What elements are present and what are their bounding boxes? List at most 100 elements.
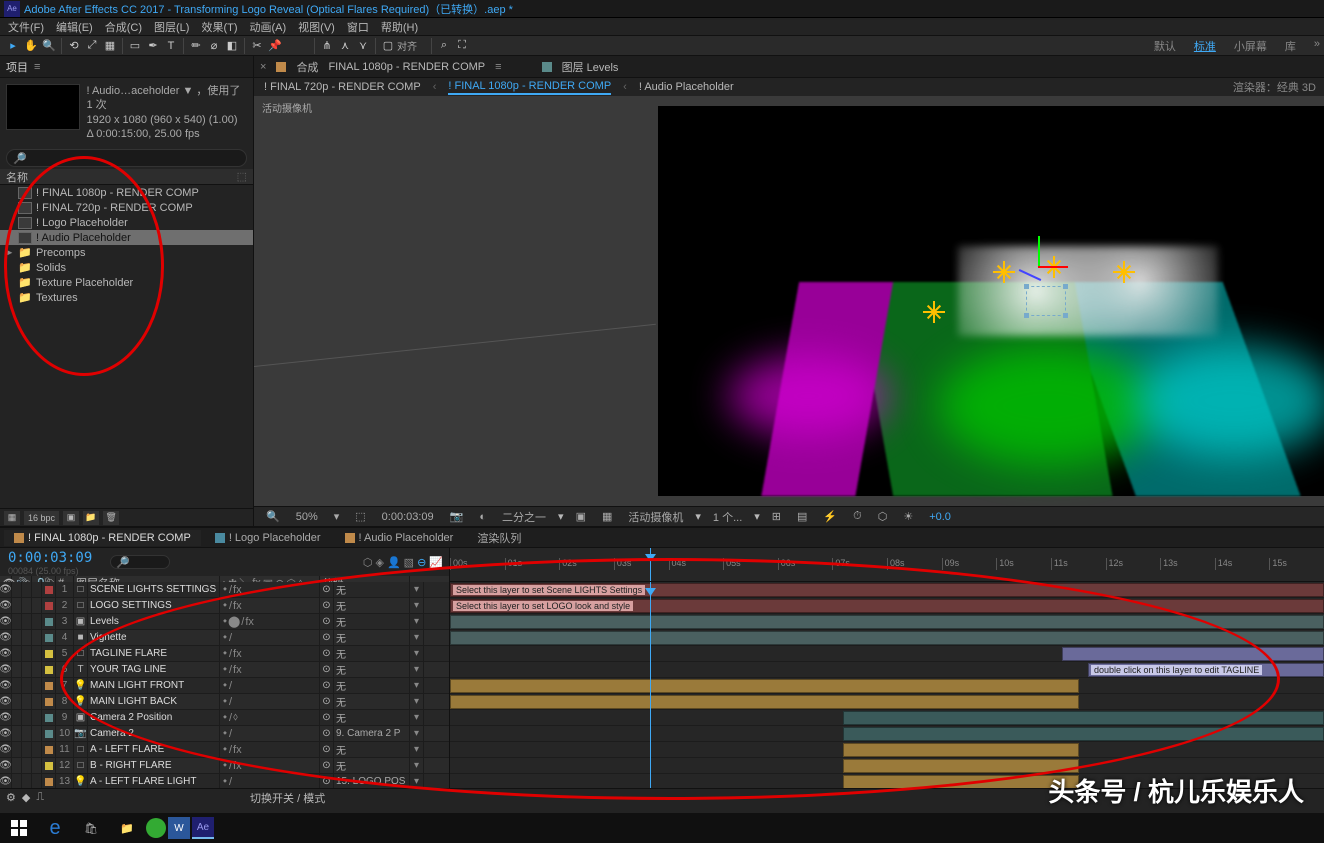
timeline-bars[interactable]: Select this layer to set Scene LIGHTS Se… <box>450 582 1324 788</box>
fast-preview-icon[interactable]: ⚡ <box>819 510 841 523</box>
project-item[interactable]: ►📁Precomps <box>0 245 253 260</box>
store-icon[interactable]: 🛍 <box>74 813 108 843</box>
camera-dropdown[interactable]: 活动摄像机 <box>624 509 687 525</box>
comp-mini-flowchart-icon[interactable]: ⬡ <box>363 556 373 569</box>
reset-exposure-icon[interactable]: ☀ <box>899 510 917 523</box>
flowchart-icon[interactable]: ⬡ <box>874 510 892 523</box>
layer-row[interactable]: 👁11□A - LEFT FLARE⬩ /fx⊙无▾ <box>0 742 449 758</box>
menu-item[interactable]: 图层(L) <box>150 19 193 35</box>
word-icon[interactable]: W <box>168 817 190 839</box>
layer-row[interactable]: 👁5□TAGLINE FLARE⬩ /fx⊙无▾ <box>0 646 449 662</box>
project-search-input[interactable]: 🔎 <box>6 149 247 167</box>
layer-row[interactable]: 👁4■Vignette⬩ /⊙无▾ <box>0 630 449 646</box>
snap-icon[interactable]: ▢ <box>379 37 397 55</box>
cti-line[interactable] <box>650 582 651 788</box>
timeline-opts-icon[interactable]: ⚙ <box>6 791 16 804</box>
layer-row[interactable]: 👁1□SCENE LIGHTS SETTINGS⬩ /fx⊙无▾ <box>0 582 449 598</box>
rect-tool-icon[interactable]: ▭ <box>126 37 144 55</box>
roi-icon[interactable]: ▣ <box>572 510 590 523</box>
new-folder-icon[interactable]: 📁 <box>83 511 99 525</box>
menu-item[interactable]: 帮助(H) <box>377 19 422 35</box>
viewer-breadcrumb[interactable]: ! FINAL 1080p - RENDER COMP <box>448 80 611 95</box>
project-item[interactable]: ! Logo Placeholder <box>0 215 253 230</box>
view-opts-icon[interactable]: ⊞ <box>768 510 785 523</box>
project-item[interactable]: ! FINAL 720p - RENDER COMP <box>0 200 253 215</box>
eraser-tool-icon[interactable]: ◧ <box>223 37 241 55</box>
layer-row[interactable]: 👁2□LOGO SETTINGS⬩ /fx⊙无▾ <box>0 598 449 614</box>
camera-tool-icon[interactable]: ▦ <box>101 37 119 55</box>
snapshot-icon[interactable]: 📷 <box>446 510 468 523</box>
grid-icon[interactable]: ▦ <box>598 510 616 523</box>
menu-item[interactable]: 效果(T) <box>197 19 241 35</box>
preview-time[interactable]: 0:00:03:09 <box>378 511 438 523</box>
bpc-toggle[interactable]: 16 bpc <box>24 511 59 525</box>
current-time-indicator[interactable] <box>650 548 651 581</box>
menu-item[interactable]: 窗口 <box>343 19 373 35</box>
project-item[interactable]: 📁Solids <box>0 260 253 275</box>
layer-list[interactable]: 👁1□SCENE LIGHTS SETTINGS⬩ /fx⊙无▾👁2□LOGO … <box>0 582 450 788</box>
pixel-aspect-icon[interactable]: ▤ <box>793 510 811 523</box>
layer-row[interactable]: 👁8💡MAIN LIGHT BACK⬩ /⊙无▾ <box>0 694 449 710</box>
roto-tool-icon[interactable]: ✂ <box>248 37 266 55</box>
channel-icon[interactable]: ◐ <box>475 511 490 523</box>
menu-item[interactable]: 视图(V) <box>294 19 339 35</box>
views-dropdown[interactable]: 1 个... <box>709 509 746 525</box>
project-item[interactable]: ! FINAL 1080p - RENDER COMP <box>0 185 253 200</box>
project-thumbnail[interactable] <box>6 84 80 130</box>
project-col-flow-icon[interactable]: ⬚ <box>237 170 247 183</box>
puppet-tool-icon[interactable]: 📌 <box>266 37 284 55</box>
type-tool-icon[interactable]: T <box>162 37 180 55</box>
layer-row[interactable]: 👁7💡MAIN LIGHT FRONT⬩ /⊙无▾ <box>0 678 449 694</box>
browser-icon[interactable] <box>146 818 166 838</box>
workspace-tab[interactable]: 库 <box>1285 38 1296 54</box>
project-item[interactable]: 📁Texture Placeholder <box>0 275 253 290</box>
brush-tool-icon[interactable]: ✏ <box>187 37 205 55</box>
menu-item[interactable]: 编辑(E) <box>52 19 97 35</box>
magnification-icon[interactable]: 🔍 <box>262 510 284 523</box>
after-effects-taskbar-icon[interactable]: Ae <box>192 817 214 839</box>
timeline-tab[interactable]: ! Logo Placeholder <box>205 530 331 546</box>
rotate-tool-icon[interactable]: ⤢ <box>83 37 101 55</box>
project-tree[interactable]: ! FINAL 1080p - RENDER COMP! FINAL 720p … <box>0 185 253 508</box>
layer-search-input[interactable]: 🔎 <box>110 555 170 569</box>
selection-bounds[interactable] <box>1026 286 1066 316</box>
motion-blur-icon[interactable]: ⊖ <box>417 556 426 569</box>
workspace-tab[interactable]: 小屏幕 <box>1234 38 1267 54</box>
panel-menu-icon[interactable]: ≡ <box>34 61 40 73</box>
clone-tool-icon[interactable]: ⌀ <box>205 37 223 55</box>
draft3d-icon[interactable]: ◈ <box>376 556 384 569</box>
layer-row[interactable]: 👁6TYOUR TAG LINE⬩ /fx⊙无▾ <box>0 662 449 678</box>
workspace-more-icon[interactable]: » <box>1314 38 1320 54</box>
interpret-footage-icon[interactable]: ▦ <box>4 511 20 525</box>
resolution-dropdown[interactable]: 二分之一 <box>498 509 550 525</box>
timeline-keys-icon[interactable]: ◆ <box>22 791 30 804</box>
current-time[interactable]: 0:00:03:09 <box>0 548 100 566</box>
project-tab[interactable]: 项目 <box>6 59 28 75</box>
edge-icon[interactable]: e <box>38 813 72 843</box>
project-col-name[interactable]: 名称 <box>6 169 28 185</box>
selection-tool-icon[interactable]: ▸ <box>4 37 22 55</box>
orbit-tool-icon[interactable]: ⟲ <box>65 37 83 55</box>
explorer-icon[interactable]: 📁 <box>110 813 144 843</box>
workspace-tab[interactable]: 默认 <box>1154 38 1176 54</box>
project-item[interactable]: 📁Textures <box>0 290 253 305</box>
toggle-switches-button[interactable]: 切换开关 / 模式 <box>250 790 325 806</box>
trash-icon[interactable]: 🗑 <box>103 511 119 525</box>
shy-icon[interactable]: 👤 <box>387 556 401 569</box>
layer-row[interactable]: 👁10📷Camera 2⬩ /⊙9. Camera 2 P▾ <box>0 726 449 742</box>
exposure-value[interactable]: +0.0 <box>925 511 955 523</box>
hand-tool-icon[interactable]: ✋ <box>22 37 40 55</box>
project-item[interactable]: ! Audio Placeholder <box>0 230 253 245</box>
pen-tool-icon[interactable]: ✒ <box>144 37 162 55</box>
menu-item[interactable]: 动画(A) <box>246 19 291 35</box>
graph-editor-icon[interactable]: 📈 <box>429 556 443 569</box>
timeline-icon[interactable]: ⏱ <box>849 510 866 523</box>
viewer-side-tab[interactable]: 图层 Levels <box>562 59 619 75</box>
menu-item[interactable]: 合成(C) <box>101 19 146 35</box>
layer-row[interactable]: 👁12□B - RIGHT FLARE⬩ /fx⊙无▾ <box>0 758 449 774</box>
workspace-tab[interactable]: 标准 <box>1194 38 1216 54</box>
layer-row[interactable]: 👁13💡A - LEFT FLARE LIGHT⬩ /⊙15. LOGO POS… <box>0 774 449 788</box>
frame-blend-icon[interactable]: ▧ <box>404 556 414 569</box>
viewer-tab-menu-icon[interactable]: ≡ <box>495 61 501 73</box>
timeline-tab[interactable]: ! Audio Placeholder <box>335 530 464 546</box>
